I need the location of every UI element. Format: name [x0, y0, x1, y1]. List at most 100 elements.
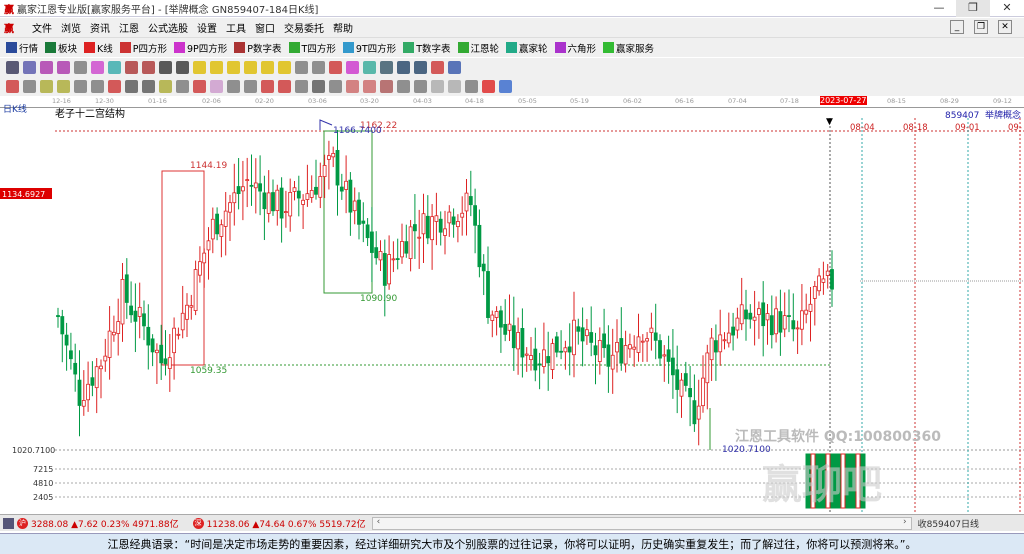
tool-icon[interactable] — [380, 80, 393, 93]
tool-icon[interactable] — [125, 61, 138, 74]
date-tick: 06-02 — [623, 97, 642, 105]
toolbar-label: 9P四方形 — [187, 43, 228, 55]
close-button[interactable]: ✕ — [990, 0, 1024, 17]
grid-icon[interactable] — [3, 517, 14, 529]
chart-canvas[interactable]: 1134.6927老子十二宫结构 859407 举牌概念08-04 08-18 09-0… — [0, 107, 1024, 530]
tool-icon[interactable] — [312, 61, 325, 74]
mdi-close-button[interactable]: ✕ — [998, 20, 1012, 34]
tool-icon[interactable] — [244, 61, 257, 74]
tool-icon[interactable] — [193, 61, 206, 74]
sh-index[interactable]: 3288.08 ▲7.62 0.23% 4971.88亿 — [31, 517, 179, 530]
tool-icon[interactable] — [40, 61, 53, 74]
toolbar-button[interactable]: K线 — [84, 41, 113, 55]
horizontal-scrollbar[interactable]: ‹ › — [371, 516, 912, 530]
toolbar-button[interactable]: 行情 — [6, 41, 38, 55]
minimize-button[interactable]: — — [922, 0, 956, 17]
tool-icon[interactable] — [40, 80, 53, 93]
tool-icon[interactable] — [261, 80, 274, 93]
tool-icon[interactable] — [397, 80, 410, 93]
tool-icon[interactable] — [431, 61, 444, 74]
kline-chart[interactable]: 1134.6927 老子十二宫结构 859407 举牌概念 08-04 08-18 09-0… — [0, 107, 1024, 530]
tool-icon[interactable] — [227, 61, 240, 74]
tool-icon[interactable] — [57, 61, 70, 74]
toolbar-button[interactable]: 9T四方形 — [342, 41, 396, 55]
tool-icon[interactable] — [363, 61, 376, 74]
menu-item[interactable]: 窗口 — [255, 20, 275, 35]
tool-icon[interactable] — [295, 61, 308, 74]
toolbar-button[interactable]: T四方形 — [288, 41, 336, 55]
candle-body — [322, 165, 327, 177]
tool-icon[interactable] — [431, 80, 444, 93]
tool-icon[interactable] — [108, 61, 121, 74]
toolbar-button[interactable]: 赢家服务 — [603, 41, 654, 55]
tool-icon[interactable] — [278, 80, 291, 93]
tool-icon[interactable] — [227, 80, 240, 93]
tool-icon[interactable] — [465, 80, 478, 93]
tool-icon[interactable] — [482, 80, 495, 93]
menu-item[interactable]: 江恩 — [119, 20, 139, 35]
tool-icon[interactable] — [6, 80, 19, 93]
tool-icon[interactable] — [448, 80, 461, 93]
tool-icon[interactable] — [23, 80, 36, 93]
tool-icon[interactable] — [244, 80, 257, 93]
tool-icon[interactable] — [176, 61, 189, 74]
tool-icon[interactable] — [142, 80, 155, 93]
tool-icon[interactable] — [261, 61, 274, 74]
menu-item[interactable]: 工具 — [226, 20, 246, 35]
maximize-button[interactable]: ❐ — [956, 0, 990, 17]
tool-icon[interactable] — [23, 61, 36, 74]
tool-icon[interactable] — [278, 61, 291, 74]
tool-icon[interactable] — [448, 61, 461, 74]
menu-item[interactable]: 交易委托 — [284, 20, 324, 35]
toolbar-button[interactable]: P四方形 — [119, 41, 167, 55]
tool-icon[interactable] — [91, 61, 104, 74]
tool-icon[interactable] — [414, 80, 427, 93]
menu-item[interactable]: 设置 — [197, 20, 217, 35]
tool-icon[interactable] — [159, 61, 172, 74]
tool-icon[interactable] — [193, 80, 206, 93]
menu-item[interactable]: 浏览 — [61, 20, 81, 35]
tool-icon[interactable] — [6, 61, 19, 74]
sz-index[interactable]: 11238.06 ▲74.64 0.67% 5519.72亿 — [207, 517, 366, 530]
future-date: 09-01 — [955, 123, 980, 133]
tool-icon[interactable] — [74, 80, 87, 93]
tool-icon[interactable] — [159, 80, 172, 93]
tool-icon[interactable] — [329, 80, 342, 93]
tool-icon[interactable] — [397, 61, 410, 74]
toolbar-button[interactable]: P数字表 — [234, 41, 282, 55]
volume-tick: 4810 — [33, 479, 53, 488]
tool-icon[interactable] — [142, 61, 155, 74]
toolbar-button[interactable]: T数字表 — [403, 41, 451, 55]
toolbar-button[interactable]: 板块 — [45, 41, 77, 55]
tool-icon[interactable] — [74, 61, 87, 74]
tool-icon[interactable] — [346, 61, 359, 74]
tool-icon[interactable] — [108, 80, 121, 93]
tool-icon[interactable] — [57, 80, 70, 93]
mdi-minimize-button[interactable]: _ — [950, 20, 964, 34]
candle-body — [193, 269, 198, 311]
tool-icon[interactable] — [210, 80, 223, 93]
menu-item[interactable]: 资讯 — [90, 20, 110, 35]
tool-icon[interactable] — [329, 61, 342, 74]
mdi-restore-button[interactable]: ❐ — [974, 20, 988, 34]
tool-icon[interactable] — [380, 61, 393, 74]
toolbar-button[interactable]: 赢家轮 — [506, 41, 548, 55]
toolbar-label: P四方形 — [132, 43, 167, 55]
menu-item[interactable]: 公式选股 — [148, 20, 188, 35]
candle-body — [589, 332, 594, 343]
tool-icon[interactable] — [346, 80, 359, 93]
tool-icon[interactable] — [125, 80, 138, 93]
tool-icon[interactable] — [176, 80, 189, 93]
tool-icon[interactable] — [312, 80, 325, 93]
tool-icon[interactable] — [363, 80, 376, 93]
toolbar-button[interactable]: 六角形 — [554, 41, 596, 55]
tool-icon[interactable] — [210, 61, 223, 74]
toolbar-button[interactable]: 9P四方形 — [174, 41, 227, 55]
tool-icon[interactable] — [295, 80, 308, 93]
menu-item[interactable]: 文件 — [32, 20, 52, 35]
toolbar-button[interactable]: 江恩轮 — [457, 41, 499, 55]
tool-icon[interactable] — [414, 61, 427, 74]
tool-icon[interactable] — [499, 80, 512, 93]
tool-icon[interactable] — [91, 80, 104, 93]
menu-item[interactable]: 帮助 — [333, 20, 353, 35]
